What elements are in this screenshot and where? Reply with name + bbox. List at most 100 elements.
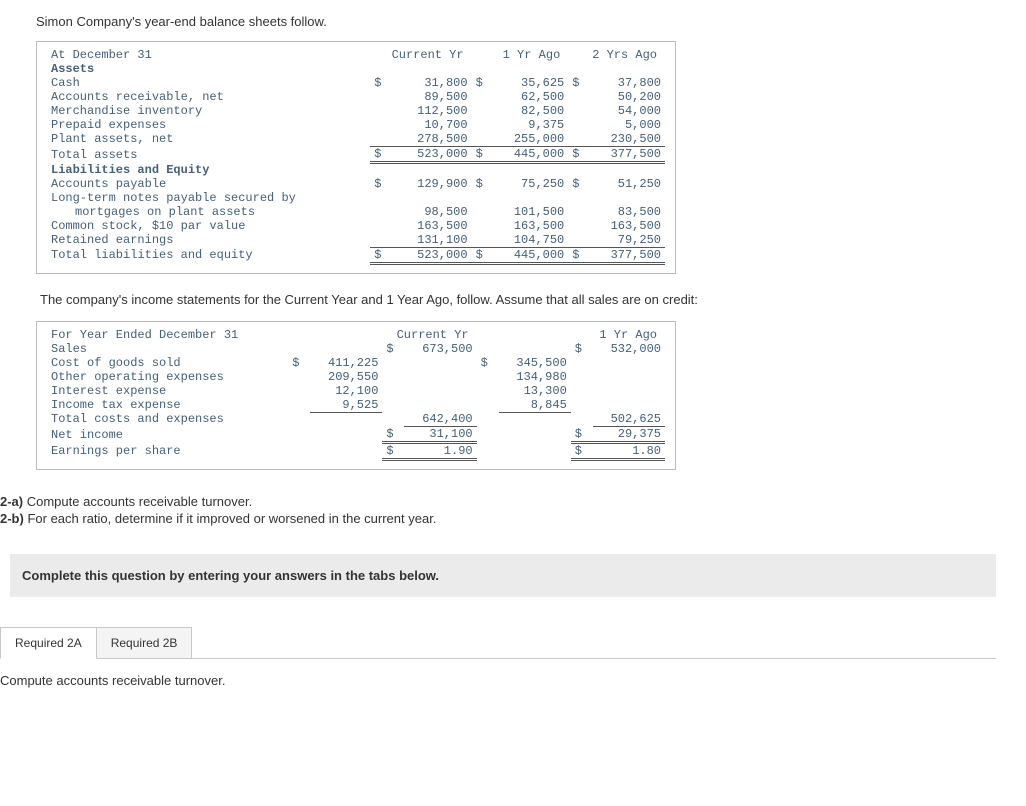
row-total-assets: Total assets $523,000 $445,000 $377,500	[47, 147, 665, 163]
re-c1: 131,100	[392, 233, 471, 248]
sales-c2: 532,000	[593, 342, 665, 356]
row-prepaid: Prepaid expenses 10,700 9,375 5,000	[47, 118, 665, 132]
row-plant: Plant assets, net 278,500 255,000 230,50…	[47, 132, 665, 147]
row-int: Interest expense 12,100 13,300	[47, 384, 665, 398]
bs-header-label: At December 31	[47, 48, 370, 62]
label-ap: Accounts payable	[47, 177, 370, 191]
label-re: Retained earnings	[47, 233, 370, 248]
balance-sheet-frame: At December 31 Current Yr 1 Yr Ago 2 Yrs…	[36, 41, 676, 274]
cash-c1: 31,800	[392, 76, 471, 90]
bs-col2: 1 Yr Ago	[472, 48, 569, 62]
label-prepaid: Prepaid expenses	[47, 118, 370, 132]
q2b-text: For each ratio, determine if it improved…	[24, 511, 437, 526]
label-total-assets: Total assets	[47, 147, 370, 163]
int-c1: 12,100	[310, 384, 382, 398]
prepaid-c3: 5,000	[590, 118, 665, 132]
ar-c1: 89,500	[392, 90, 471, 104]
row-ni: Net income $31,100 $29,375	[47, 427, 665, 443]
bs-col1: Current Yr	[370, 48, 471, 62]
income-statement-frame: For Year Ended December 31 Current Yr 1 …	[36, 321, 676, 471]
label-ar: Accounts receivable, net	[47, 90, 370, 104]
label-tcx: Total costs and expenses	[47, 412, 288, 427]
cash-c3: 37,800	[590, 76, 665, 90]
row-inv: Merchandise inventory 112,500 82,500 54,…	[47, 104, 665, 118]
q2b-label: 2-b)	[0, 511, 24, 526]
row-ltn1: Long-term notes payable secured by	[47, 191, 665, 205]
row-total-le: Total liabilities and equity $523,000 $4…	[47, 247, 665, 263]
bs-col3: 2 Yrs Ago	[568, 48, 665, 62]
label-ltn2: mortgages on plant assets	[47, 205, 370, 219]
label-eps: Earnings per share	[47, 443, 288, 460]
total-assets-c1: 523,000	[392, 147, 471, 163]
total-le-c2: 445,000	[494, 247, 569, 263]
ap-c1: 129,900	[392, 177, 471, 191]
balance-sheet-table: At December 31 Current Yr 1 Yr Ago 2 Yrs…	[47, 48, 665, 265]
tab-required-2b[interactable]: Required 2B	[96, 627, 193, 659]
label-plant: Plant assets, net	[47, 132, 370, 147]
row-eps: Earnings per share $1.90 $1.80	[47, 443, 665, 460]
inv-c2: 82,500	[494, 104, 569, 118]
questions-block: 2-a) Compute accounts receivable turnove…	[0, 494, 1026, 526]
row-tcx: Total costs and expenses 642,400 502,625	[47, 412, 665, 427]
row-cash: Cash $31,800 $35,625 $37,800	[47, 76, 665, 90]
cogs-c1: 411,225	[310, 356, 382, 370]
ltn2-c1: 98,500	[392, 205, 471, 219]
plant-c2: 255,000	[494, 132, 569, 147]
is-col2: 1 Yr Ago	[477, 328, 665, 342]
is-header-label: For Year Ended December 31	[47, 328, 288, 342]
row-tax: Income tax expense 9,525 8,845	[47, 398, 665, 413]
total-assets-c3: 377,500	[590, 147, 665, 163]
ni-c2: 29,375	[593, 427, 665, 443]
ap-c3: 51,250	[590, 177, 665, 191]
int-c2: 13,300	[499, 384, 571, 398]
plant-c3: 230,500	[590, 132, 665, 147]
label-total-le: Total liabilities and equity	[47, 247, 370, 263]
q2a-text: Compute accounts receivable turnover.	[23, 494, 252, 509]
cogs-c2: 345,500	[499, 356, 571, 370]
label-cogs: Cost of goods sold	[47, 356, 288, 370]
ltn2-c3: 83,500	[590, 205, 665, 219]
ar-c3: 50,200	[590, 90, 665, 104]
tabs: Required 2A Required 2B	[0, 627, 1026, 659]
intro-text: Simon Company's year-end balance sheets …	[36, 14, 1026, 29]
label-tax: Income tax expense	[47, 398, 288, 413]
sales-c1: 673,500	[404, 342, 476, 356]
row-sales: Sales $673,500 $532,000	[47, 342, 665, 356]
label-int: Interest expense	[47, 384, 288, 398]
total-le-c3: 377,500	[590, 247, 665, 263]
label-ltn1: Long-term notes payable secured by	[47, 191, 370, 205]
tcx-c2: 502,625	[593, 412, 665, 427]
prepaid-c1: 10,700	[392, 118, 471, 132]
tab-required-2a[interactable]: Required 2A	[0, 627, 97, 659]
label-ni: Net income	[47, 427, 288, 443]
re-c2: 104,750	[494, 233, 569, 248]
total-assets-c2: 445,000	[494, 147, 569, 163]
label-common: Common stock, $10 par value	[47, 219, 370, 233]
row-common: Common stock, $10 par value 163,500 163,…	[47, 219, 665, 233]
row-re: Retained earnings 131,100 104,750 79,250	[47, 233, 665, 248]
common-c2: 163,500	[494, 219, 569, 233]
row-ar: Accounts receivable, net 89,500 62,500 5…	[47, 90, 665, 104]
ni-c1: 31,100	[404, 427, 476, 443]
common-c3: 163,500	[590, 219, 665, 233]
is-col1: Current Yr	[288, 328, 476, 342]
label-inv: Merchandise inventory	[47, 104, 370, 118]
eps-c2: 1.80	[593, 443, 665, 460]
liab-header: Liabilities and Equity	[47, 163, 370, 177]
q2a-label: 2-a)	[0, 494, 23, 509]
prepaid-c2: 9,375	[494, 118, 569, 132]
row-cogs: Cost of goods sold $411,225 $345,500	[47, 356, 665, 370]
row-ap: Accounts payable $129,900 $75,250 $51,25…	[47, 177, 665, 191]
label-sales: Sales	[47, 342, 288, 356]
row-opex: Other operating expenses 209,550 134,980	[47, 370, 665, 384]
re-c3: 79,250	[590, 233, 665, 248]
tax-c2: 8,845	[499, 398, 571, 413]
tab-content: Compute accounts receivable turnover.	[0, 658, 996, 688]
ltn2-c2: 101,500	[494, 205, 569, 219]
ar-c2: 62,500	[494, 90, 569, 104]
cash-c2: 35,625	[494, 76, 569, 90]
plant-c1: 278,500	[392, 132, 471, 147]
complete-instruction-bar: Complete this question by entering your …	[10, 554, 996, 597]
opex-c2: 134,980	[499, 370, 571, 384]
total-le-c1: 523,000	[392, 247, 471, 263]
